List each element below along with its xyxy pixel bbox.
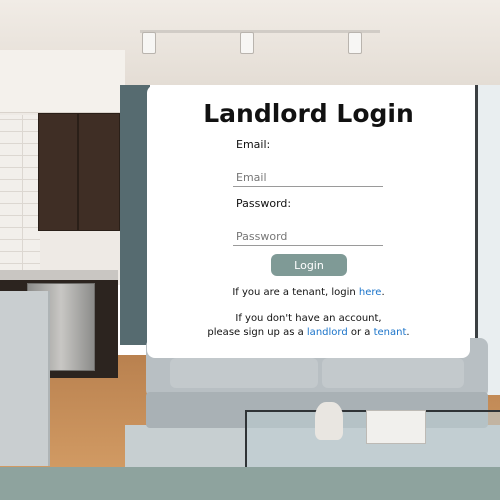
password-label: Password: [236,197,292,210]
track-lamp [348,32,362,54]
track-light-rail [140,30,380,33]
signup-landlord-link[interactable]: landlord [307,327,348,338]
signup-note: please sign up as a landlord or a tenant… [147,326,470,340]
password-field[interactable] [233,228,383,246]
login-button[interactable]: Login [271,254,347,276]
vase [315,402,343,440]
sofa-cushion [170,358,318,388]
soffit [0,50,125,113]
kitchen-island [0,291,50,466]
upper-cabinet [38,113,120,231]
sofa-cushion [322,358,464,388]
tenant-login-link[interactable]: here [359,287,382,298]
countertop [0,270,118,280]
login-card: Landlord Login Email: Password: Login If… [147,85,470,358]
signup-suffix: . [406,327,410,338]
accent-wall [120,85,150,345]
signup-text: please sign up as a [207,327,307,338]
signup-line-1: If you don't have an account, [235,313,382,324]
tenant-login-suffix: . [381,287,385,298]
tenant-login-text: If you are a tenant, login [232,287,359,298]
email-field[interactable] [233,169,383,187]
track-lamp [240,32,254,54]
track-lamp [142,32,156,54]
book [366,410,426,444]
page-title: Landlord Login [203,99,414,128]
email-label: Email: [236,138,271,151]
signup-or-text: or a [347,327,374,338]
tile-backsplash [0,115,40,275]
footer-bar [0,467,500,500]
tenant-login-note: If you are a tenant, login here. [147,286,470,300]
signup-tenant-link[interactable]: tenant [374,327,407,338]
